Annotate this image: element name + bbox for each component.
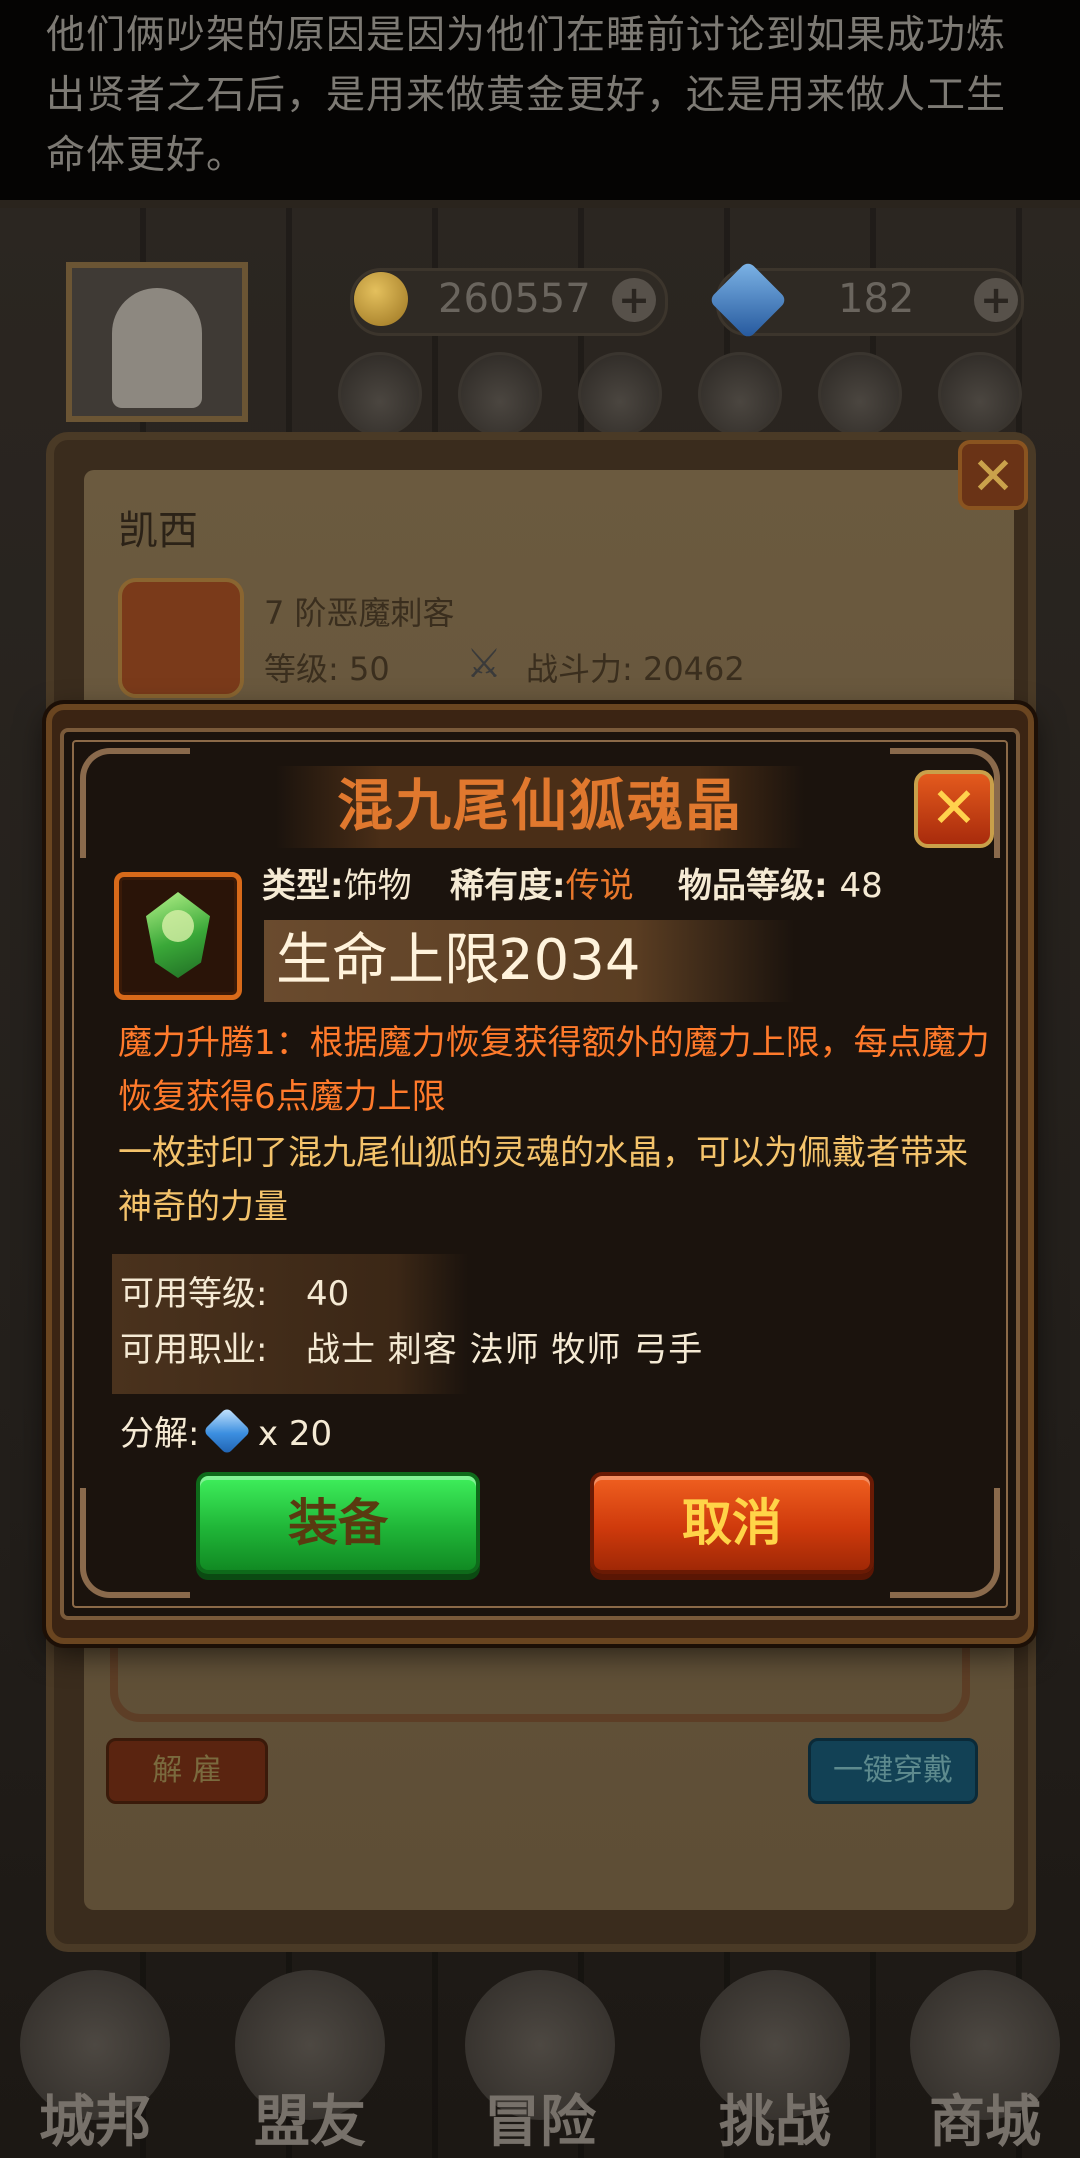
cancel-button[interactable]: 取消 [590,1472,874,1574]
item-title: 混九尾仙狐魂晶 [337,774,743,839]
potion-slot-6-icon[interactable] [938,352,1022,436]
corner-ornament-icon [80,748,190,858]
close-button[interactable]: ✕ [914,770,994,848]
item-type-label: 类型: [262,866,344,906]
gold-value: 260557 [438,276,591,322]
stat-label: 生命上限: [276,928,519,993]
gem-value: 182 [838,276,915,322]
hero-name: 凯西 [118,508,198,554]
crossed-swords-icon: ⚔ [466,641,502,687]
potion-slot-1-icon[interactable] [338,352,422,436]
item-rarity-label: 稀有度: [450,866,566,906]
item-rarity: 稀有度:传说 [450,862,634,910]
item-level-value: 48 [839,866,883,906]
nav-label: 挑战 [719,2090,831,2155]
nav-city[interactable]: 城邦 [0,1960,190,2158]
item-type-value: 饰物 [343,866,412,906]
potion-slot-5-icon[interactable] [818,352,902,436]
player-figure [112,288,202,408]
hero-panel-close-button[interactable]: ✕ [958,440,1028,510]
equip-all-button[interactable]: 一键穿戴 [808,1738,978,1804]
item-rarity-value: 传说 [565,866,634,906]
required-class-label: 可用职业: [120,1330,268,1370]
item-level-label: 物品等级: [678,866,828,906]
nav-label: 商城 [929,2090,1041,2155]
fox-spirit-icon [162,910,194,942]
item-description: 一枚封印了混九尾仙狐的灵魂的水晶，可以为佩戴者带来神奇的力量 [118,1133,968,1227]
nav-label: 冒险 [484,2090,596,2155]
story-hint-banner: 他们俩吵架的原因是因为他们在睡前讨论到如果成功炼出贤者之石后，是用来做黄金更好，… [0,0,1080,208]
corner-ornament-icon [890,1488,1000,1598]
story-hint-text: 他们俩吵架的原因是因为他们在睡前讨论到如果成功炼出贤者之石后，是用来做黄金更好，… [46,13,1007,178]
required-class-value: 战士 刺客 法师 牧师 弓手 [306,1330,704,1370]
item-skill-text: 魔力升腾1：根据魔力恢复获得额外的魔力上限，每点魔力恢复获得6点魔力上限 [118,1023,990,1117]
required-level-label: 可用等级: [120,1274,268,1314]
decompose-quantity: x 20 [258,1414,333,1454]
hero-class: 7 阶恶魔刺客 [264,594,455,632]
add-gems-button[interactable]: + [974,278,1018,322]
corner-ornament-icon [80,1488,190,1598]
nav-challenge[interactable]: 挑战 [680,1960,870,2158]
nav-adventure[interactable]: 冒险 [445,1960,635,2158]
required-level-value: 40 [306,1274,350,1314]
add-gold-button[interactable]: + [612,278,656,322]
player-portrait[interactable] [66,262,248,422]
stat-value: 2034 [498,928,641,993]
dismiss-hero-button[interactable]: 解 雇 [106,1738,268,1804]
hero-power: 战斗力: 20462 [526,650,745,688]
decompose-label: 分解: [120,1414,200,1454]
nav-allies[interactable]: 盟友 [215,1960,405,2158]
potion-slot-3-icon[interactable] [578,352,662,436]
nav-label: 盟友 [254,2090,366,2155]
nav-label: 城邦 [39,2090,151,2155]
nav-shop[interactable]: 商城 [890,1960,1080,2158]
gold-coin-icon [354,272,408,326]
equip-button[interactable]: 装备 [196,1472,480,1574]
hero-avatar [118,578,244,698]
item-type: 类型:饰物 [262,862,412,910]
potion-slot-4-icon[interactable] [698,352,782,436]
hero-level: 等级: 50 [264,650,390,688]
potion-slot-2-icon[interactable] [458,352,542,436]
item-level: 物品等级: 48 [678,862,883,910]
